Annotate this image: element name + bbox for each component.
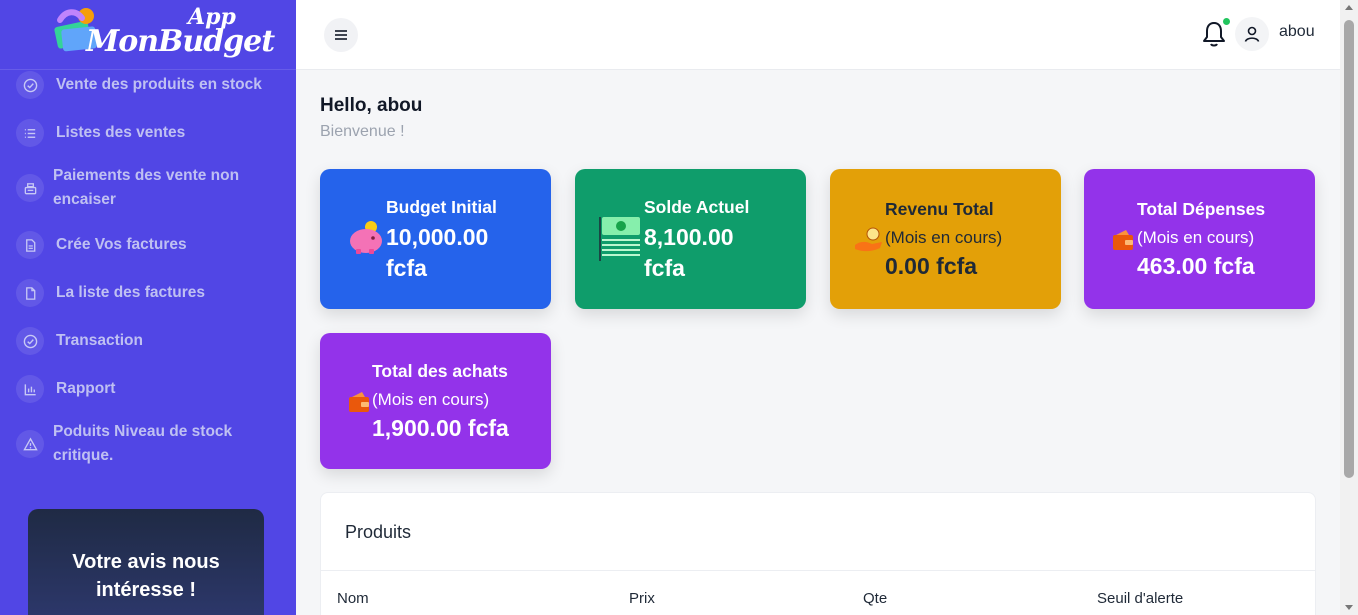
card-total-depenses: Total Dépenses (Mois en cours) 463.00 fc… — [1084, 169, 1315, 309]
column-header-nom[interactable]: Nom — [337, 590, 369, 607]
file-icon — [16, 279, 44, 307]
hand-coin-icon — [855, 227, 882, 252]
card-title: Revenu Total — [885, 199, 994, 219]
sidebar-item-label: Transaction — [56, 332, 143, 349]
user-icon — [1244, 26, 1260, 42]
card-value-amount: 10,000.00 — [386, 224, 489, 250]
wallet-icon — [349, 392, 369, 412]
feedback-line-2: intéresse ! — [95, 579, 197, 601]
scroll-up-arrow-icon[interactable] — [1345, 5, 1353, 10]
card-total-achats: Total des achats (Mois en cours) 1,900.0… — [320, 333, 551, 469]
card-subtitle: (Mois en cours) — [1137, 228, 1255, 247]
card-value: 463.00 fcfa — [1137, 253, 1255, 279]
card-budget-initial: Budget Initial 10,000.00 fcfa — [320, 169, 551, 309]
page-scrollbar[interactable] — [1340, 0, 1358, 615]
bar-chart-icon — [16, 375, 44, 403]
sidebar-item-listes-ventes[interactable]: Listes des ventes — [16, 119, 185, 147]
feedback-line-1: Votre avis nous — [72, 551, 220, 573]
sidebar-item-label: Listes des ventes — [56, 124, 186, 141]
user-name[interactable]: abou — [1279, 23, 1315, 41]
file-text-icon — [16, 231, 44, 259]
hamburger-menu-button[interactable] — [324, 18, 358, 52]
card-solde-actuel: Solde Actuel 8,100.00 fcfa — [575, 169, 806, 309]
welcome-text: Bienvenue ! — [320, 123, 405, 140]
list-icon — [16, 119, 44, 147]
sidebar-item-vente-stock[interactable]: Vente des produits en stock — [16, 71, 262, 99]
products-panel: Produits Nom Prix Qte Seuil d'alerte — [320, 492, 1316, 615]
card-value: 8,100.00 fcfa — [644, 222, 734, 284]
sidebar-item-label: Poduits Niveau de stock critique. — [53, 423, 233, 464]
notification-indicator — [1222, 17, 1231, 26]
sidebar-item-label: Vente des produits en stock — [56, 76, 262, 93]
card-subtitle: (Mois en cours) — [372, 390, 490, 409]
sidebar-item-label: Crée Vos factures — [56, 236, 187, 253]
column-header-qte[interactable]: Qte — [863, 590, 887, 607]
greeting-title: Hello, abou — [320, 95, 423, 116]
column-header-prix[interactable]: Prix — [629, 590, 655, 607]
panel-divider — [321, 570, 1315, 571]
logo-name-text: MonBudget — [86, 24, 275, 59]
card-value-amount: 8,100.00 — [644, 224, 734, 250]
piggy-bank-icon — [350, 221, 382, 254]
card-title: Budget Initial — [386, 197, 497, 217]
card-revenu-total: Revenu Total (Mois en cours) 0.00 fcfa — [830, 169, 1061, 309]
user-avatar-button[interactable] — [1235, 17, 1269, 51]
sidebar: App MonBudget Vente des produits en stoc… — [0, 0, 296, 615]
sidebar-item-liste-factures[interactable]: La liste des factures — [16, 279, 205, 307]
scroll-down-arrow-icon[interactable] — [1345, 605, 1353, 610]
app-logo[interactable]: App MonBudget — [0, 0, 296, 70]
banknotes-icon — [599, 217, 640, 261]
card-subtitle: (Mois en cours) — [885, 228, 1003, 247]
wallet-icon — [1113, 230, 1133, 250]
sidebar-item-paiements[interactable]: Paiements des vente non encaiser — [16, 164, 253, 212]
sidebar-item-label: Rapport — [56, 380, 116, 397]
check-circle-icon — [16, 327, 44, 355]
card-title: Total Dépenses — [1137, 199, 1266, 219]
card-value-currency: fcfa — [386, 255, 427, 281]
sidebar-item-transaction[interactable]: Transaction — [16, 327, 143, 355]
check-circle-icon — [16, 71, 44, 99]
column-header-seuil-alerte[interactable]: Seuil d'alerte — [1097, 590, 1183, 607]
card-value: 0.00 fcfa — [885, 253, 978, 279]
feedback-card[interactable]: Votre avis nous intéresse ! — [28, 509, 264, 615]
card-value: 1,900.00 fcfa — [372, 415, 509, 441]
sidebar-item-label: La liste des factures — [56, 284, 206, 301]
card-title: Total des achats — [372, 361, 508, 381]
sidebar-item-stock-critique[interactable]: Poduits Niveau de stock critique. — [16, 420, 253, 468]
scrollbar-thumb[interactable] — [1344, 20, 1354, 478]
card-value: 10,000.00 fcfa — [386, 222, 488, 284]
sidebar-item-cree-factures[interactable]: Crée Vos factures — [16, 231, 187, 259]
sidebar-item-rapport[interactable]: Rapport — [16, 375, 115, 403]
top-header: abou — [296, 0, 1340, 70]
sidebar-item-label: Paiements des vente non encaiser — [53, 167, 240, 208]
products-title: Produits — [345, 522, 412, 542]
card-value-currency: fcfa — [644, 255, 685, 281]
cash-register-icon — [16, 174, 44, 202]
warning-icon — [16, 430, 44, 458]
card-title: Solde Actuel — [644, 197, 750, 217]
hamburger-icon — [335, 30, 347, 40]
